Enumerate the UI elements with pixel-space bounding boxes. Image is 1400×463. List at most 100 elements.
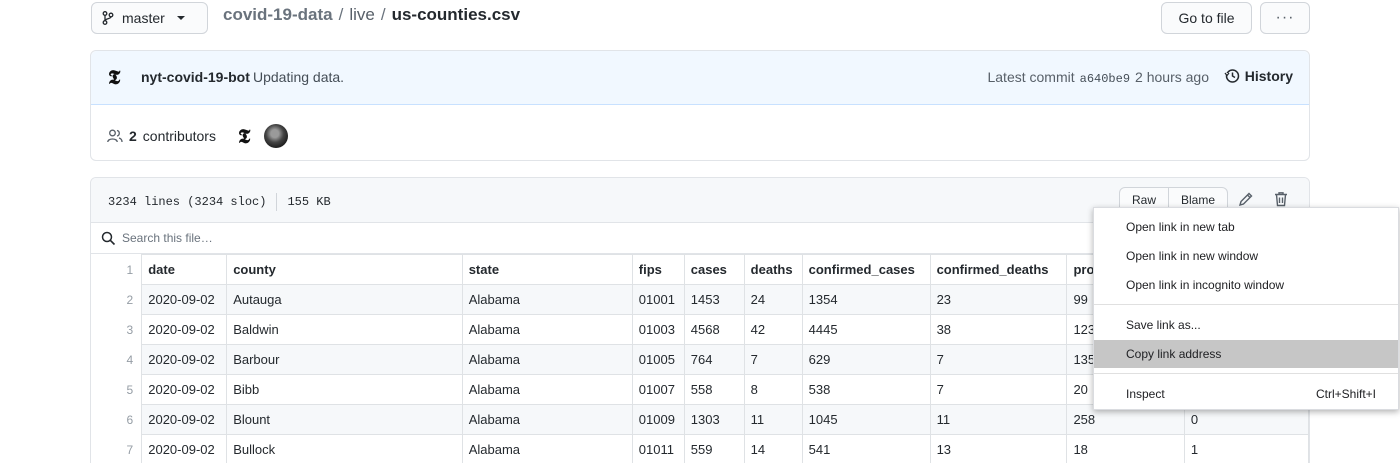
table-cell: 01003 [631, 314, 685, 345]
breadcrumb-separator: / [338, 5, 344, 24]
commit-message-link[interactable]: Updating data. [253, 69, 344, 85]
commit-time: 2 hours ago [1135, 69, 1209, 85]
table-cell: 1 [1183, 434, 1309, 463]
table-cell: 541 [801, 434, 931, 463]
table-cell: 2020-09-02 [141, 404, 228, 435]
more-options-button[interactable]: ··· [1260, 2, 1310, 34]
breadcrumb-folder-link[interactable]: live [349, 5, 375, 25]
chevron-down-icon [176, 16, 185, 20]
table-cell: Barbour [226, 344, 463, 375]
table-cell: Bullock [226, 434, 463, 463]
line-number[interactable]: 6 [91, 404, 143, 435]
table-cell: 01007 [631, 374, 685, 405]
table-cell: 01005 [631, 344, 685, 375]
menu-item-open-incognito[interactable]: Open link in incognito window [1094, 271, 1398, 299]
column-header: deaths [743, 254, 803, 285]
table-cell: Alabama [461, 314, 633, 345]
table-cell: 01001 [631, 284, 685, 315]
nyt-contributor-avatar[interactable]: 𝕿 [238, 124, 250, 148]
menu-item-label: Inspect [1126, 387, 1165, 401]
table-cell: 7 [929, 374, 1068, 405]
breadcrumb-repo-link[interactable]: covid-19-data [223, 5, 333, 25]
menu-separator [1094, 373, 1398, 374]
latest-commit-label: Latest commit [987, 69, 1075, 85]
search-icon [101, 231, 116, 245]
table-cell: 629 [801, 344, 931, 375]
menu-item-open-new-tab[interactable]: Open link in new tab [1094, 213, 1398, 241]
table-cell: Alabama [461, 284, 633, 315]
table-cell: 14 [743, 434, 803, 463]
table-cell: 1303 [683, 404, 745, 435]
table-cell: 558 [683, 374, 745, 405]
line-number[interactable]: 7 [91, 434, 143, 463]
git-branch-icon [102, 11, 114, 25]
column-header: county [226, 254, 463, 285]
contributors-count: 2 [129, 128, 137, 144]
table-row: 7 2020-09-02 Bullock Alabama 01011 559 14 541 13… [91, 434, 1309, 463]
table-cell: Blount [226, 404, 463, 435]
table-cell: 2020-09-02 [141, 434, 228, 463]
commit-header: 𝕿 nyt-covid-19-bot Updating data. Latest… [91, 51, 1309, 105]
history-label: History [1244, 68, 1293, 84]
table-cell: 2020-09-02 [141, 344, 228, 375]
menu-item-label: Save link as... [1126, 318, 1201, 332]
divider [276, 193, 278, 211]
table-cell: 24 [743, 284, 803, 315]
column-header: cases [683, 254, 745, 285]
branch-select-button[interactable]: master [91, 2, 208, 34]
people-icon [107, 129, 123, 143]
branch-name: master [122, 10, 165, 26]
table-cell: 01009 [631, 404, 685, 435]
table-cell: Alabama [461, 344, 633, 375]
file-lines: 3234 lines (3234 sloc) [108, 195, 267, 209]
commit-author-link[interactable]: nyt-covid-19-bot [141, 69, 250, 85]
menu-item-inspect[interactable]: Inspect Ctrl+Shift+I [1094, 380, 1398, 408]
latest-commit-info: Latest commit a640be9 2 hours ago [987, 69, 1209, 86]
line-number[interactable]: 5 [91, 374, 143, 405]
table-cell: 01011 [631, 434, 685, 463]
contributors-row[interactable]: 2 contributors 𝕿 [107, 124, 289, 148]
table-cell: Autauga [226, 284, 463, 315]
table-cell: 538 [801, 374, 931, 405]
menu-item-label: Open link in incognito window [1126, 278, 1285, 292]
table-cell: 559 [683, 434, 745, 463]
file-info: 3234 lines (3234 sloc) 155 KB [108, 193, 331, 211]
contributors-label: contributors [142, 128, 216, 144]
search-input[interactable]: Search this file… [122, 231, 213, 245]
menu-item-open-new-window[interactable]: Open link in new window [1094, 242, 1398, 270]
line-number[interactable]: 4 [91, 344, 143, 375]
table-cell: Alabama [461, 434, 633, 463]
go-to-file-button[interactable]: Go to file [1161, 2, 1252, 34]
breadcrumb-file: us-counties.csv [391, 5, 521, 24]
table-cell: Alabama [461, 404, 633, 435]
contributor-avatar[interactable] [264, 124, 289, 148]
trash-icon[interactable] [1273, 191, 1289, 207]
line-number[interactable]: 2 [91, 284, 143, 315]
menu-item-label: Open link in new window [1126, 249, 1259, 263]
line-number[interactable]: 1 [91, 254, 143, 285]
table-cell: 8 [743, 374, 803, 405]
table-cell: 1453 [683, 284, 745, 315]
menu-item-label: Copy link address [1126, 347, 1222, 361]
nyt-logo-icon[interactable]: 𝕿 [108, 65, 120, 89]
line-number[interactable]: 3 [91, 314, 143, 345]
menu-item-copy-link[interactable]: Copy link address [1094, 340, 1398, 368]
menu-item-shortcut: Ctrl+Shift+I [1315, 387, 1376, 401]
table-cell: 2020-09-02 [141, 284, 228, 315]
history-link[interactable]: History [1224, 68, 1293, 84]
breadcrumb: covid-19-data / live / us-counties.csv [223, 5, 520, 25]
commit-sha-link[interactable]: a640be9 [1080, 72, 1130, 86]
table-cell: 13 [929, 434, 1068, 463]
menu-item-save-link[interactable]: Save link as... [1094, 311, 1398, 339]
table-cell: 2020-09-02 [141, 314, 228, 345]
table-cell: 4445 [801, 314, 931, 345]
table-cell: 11 [929, 404, 1068, 435]
column-header: confirmed_cases [801, 254, 931, 285]
table-cell: 11 [743, 404, 803, 435]
table-cell: 1045 [801, 404, 931, 435]
table-cell: 42 [743, 314, 803, 345]
table-cell: 4568 [683, 314, 745, 345]
table-cell: 7 [929, 344, 1068, 375]
pencil-icon[interactable] [1238, 191, 1254, 207]
file-size: 155 KB [287, 195, 331, 209]
